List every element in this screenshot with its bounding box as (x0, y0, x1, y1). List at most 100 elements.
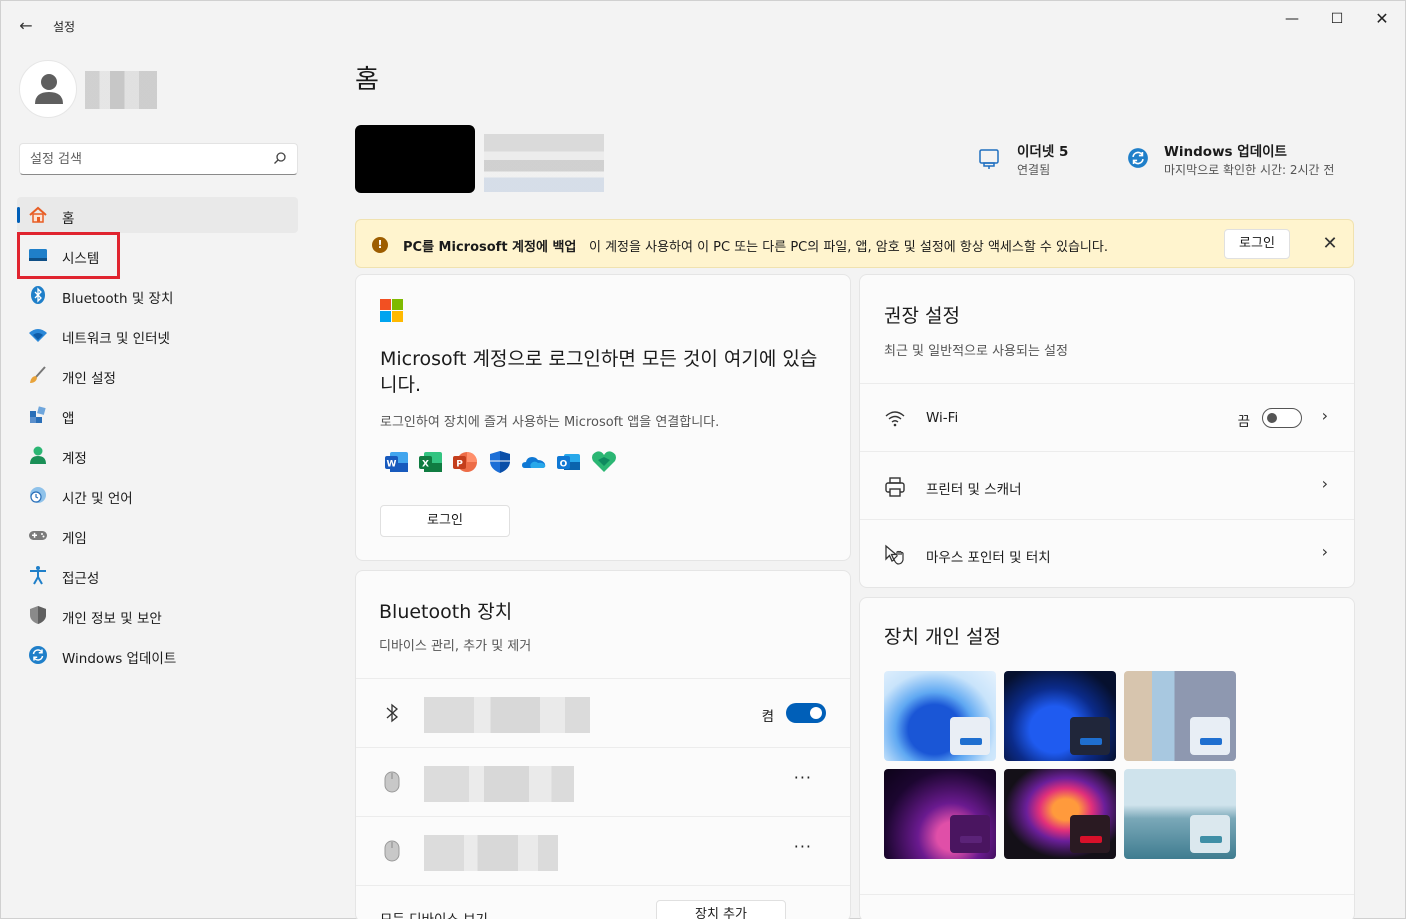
wifi-icon (885, 411, 905, 427)
word-icon: W (385, 452, 408, 472)
sidebar-item-network[interactable]: 네트워크 및 인터넷 (17, 317, 298, 353)
sidebar-item-label: Windows 업데이트 (62, 651, 177, 667)
device-thumbnail[interactable] (355, 125, 475, 193)
shield-icon (30, 606, 46, 624)
back-button[interactable]: ← (13, 13, 39, 39)
minimize-button[interactable]: — (1269, 7, 1315, 31)
apps-icon (30, 406, 46, 423)
bluetooth-card-subtitle: 디바이스 관리, 추가 및 제거 (379, 639, 532, 654)
sidebar-item-bluetooth[interactable]: Bluetooth 및 장치 (17, 277, 298, 313)
sidebar-item-label: Bluetooth 및 장치 (62, 291, 174, 307)
banner-signin-button[interactable]: 로그인 (1224, 229, 1290, 259)
sidebar-item-label: 계정 (62, 451, 87, 467)
close-button[interactable]: ✕ (1359, 7, 1405, 31)
sidebar-item-label: 앱 (62, 411, 75, 427)
signin-card: Microsoft 계정으로 로그인하면 모든 것이 여기에 있습니다. 로그인… (355, 274, 851, 561)
time-language-icon (30, 487, 46, 503)
view-all-devices-label[interactable]: 모든 디바이스 보기 (380, 908, 488, 919)
search-input[interactable] (30, 150, 260, 168)
bluetooth-footer-row: 모든 디바이스 보기 장치 추가 (356, 885, 850, 919)
user-name-redacted (85, 71, 157, 109)
update-status-title[interactable]: Windows 업데이트 (1164, 140, 1287, 160)
chevron-right-icon[interactable]: › (1322, 406, 1328, 425)
ethernet-icon[interactable] (977, 147, 1001, 171)
bluetooth-device-name-redacted (424, 766, 574, 802)
search-icon[interactable] (273, 151, 287, 165)
recommended-label: 프린터 및 스캐너 (926, 482, 1022, 498)
add-device-button[interactable]: 장치 추가 (656, 900, 786, 919)
theme-thumbnail[interactable] (1004, 671, 1116, 761)
bluetooth-icon (386, 703, 399, 723)
bluetooth-icon (31, 286, 45, 304)
more-options-icon[interactable]: ··· (794, 837, 812, 856)
theme-gallery (884, 671, 1240, 861)
theme-thumbnail[interactable] (1124, 769, 1236, 859)
sidebar-item-accounts[interactable]: 계정 (17, 437, 298, 473)
sidebar: 홈 시스템 Bluetooth 및 장치 (1, 47, 321, 917)
svg-text:P: P (456, 460, 463, 470)
onedrive-icon (522, 457, 546, 468)
sidebar-item-gaming[interactable]: 게임 (17, 517, 298, 553)
highlight-annotation-system (17, 232, 120, 279)
theme-thumbnail[interactable] (1004, 769, 1116, 859)
update-status-icon[interactable] (1127, 147, 1149, 169)
more-options-icon[interactable]: ··· (794, 768, 812, 787)
svg-text:W: W (387, 460, 397, 470)
bluetooth-toggle[interactable] (786, 703, 826, 723)
wifi-toggle[interactable] (1262, 408, 1302, 428)
sidebar-item-accessibility[interactable]: 접근성 (17, 557, 298, 593)
recommended-title: 권장 설정 (884, 305, 960, 327)
svg-text:O: O (560, 460, 568, 470)
settings-window: ← 설정 — ☐ ✕ 설정 검색 홈 시스템 Bluetooth 및 장치 네트… (0, 0, 1406, 919)
defender-icon (490, 451, 510, 473)
chevron-right-icon[interactable]: › (1322, 474, 1328, 493)
device-name-redacted (484, 134, 604, 192)
bluetooth-device-name-redacted (424, 835, 558, 871)
sidebar-item-apps[interactable]: 앱 (17, 397, 298, 433)
sidebar-item-privacy[interactable]: 개인 정보 및 보안 (17, 597, 298, 633)
bluetooth-device-row[interactable]: ··· (356, 747, 850, 816)
personalize-card: 장치 개인 설정 (859, 597, 1355, 919)
svg-text:X: X (422, 460, 429, 470)
theme-thumbnail[interactable] (1124, 671, 1236, 761)
page-title: 홈 (355, 65, 379, 95)
title-bar: ← 설정 — ☐ ✕ (1, 1, 1405, 47)
recommended-row-printers[interactable]: 프린터 및 스캐너 › (860, 451, 1354, 519)
pointer-icon (885, 544, 904, 565)
ethernet-status-title[interactable]: 이더넷 5 (1017, 140, 1068, 160)
update-icon (29, 646, 47, 664)
banner-title: PC를 Microsoft 계정에 백업 (403, 240, 577, 255)
sidebar-item-windows-update[interactable]: Windows 업데이트 (17, 637, 298, 673)
accessibility-icon (30, 566, 46, 585)
bluetooth-row-main[interactable]: 켬 (356, 678, 850, 747)
update-status-subtitle: 마지막으로 확인한 시간: 2시간 전 (1164, 163, 1335, 177)
avatar[interactable] (19, 60, 77, 118)
search-box[interactable] (19, 143, 298, 175)
sidebar-item-label: 개인 정보 및 보안 (62, 611, 162, 627)
microsoft-logo-icon (380, 299, 404, 323)
mouse-icon (384, 840, 400, 862)
sidebar-item-label: 홈 (62, 211, 75, 227)
sidebar-item-home[interactable]: 홈 (17, 197, 298, 233)
bluetooth-devices-card: Bluetooth 장치 디바이스 관리, 추가 및 제거 켬 ··· ··· … (355, 570, 851, 919)
mouse-icon (384, 771, 400, 793)
bluetooth-device-row[interactable]: ··· (356, 816, 850, 885)
theme-thumbnail[interactable] (884, 671, 996, 761)
theme-thumbnail[interactable] (884, 769, 996, 859)
signin-button[interactable]: 로그인 (380, 505, 510, 537)
gamepad-icon (29, 531, 47, 540)
backup-banner: ! PC를 Microsoft 계정에 백업 이 계정을 사용하여 이 PC 또… (355, 219, 1354, 268)
recommended-row-pointer[interactable]: 마우스 포인터 및 터치 › (860, 519, 1354, 587)
maximize-button[interactable]: ☐ (1314, 7, 1360, 31)
sidebar-item-personalization[interactable]: 개인 설정 (17, 357, 298, 393)
banner-text: 이 계정을 사용하여 이 PC 또는 다른 PC의 파일, 앱, 암호 및 설정… (589, 240, 1108, 255)
brush-icon (30, 366, 46, 383)
sidebar-item-time-language[interactable]: 시간 및 언어 (17, 477, 298, 513)
banner-close-icon[interactable]: ✕ (1318, 232, 1342, 256)
sidebar-item-label: 접근성 (62, 571, 100, 587)
personalize-title: 장치 개인 설정 (884, 626, 1001, 648)
chevron-right-icon[interactable]: › (1322, 542, 1328, 561)
divider (860, 894, 1354, 895)
recommended-row-wifi[interactable]: Wi-Fi 끔 › (860, 383, 1354, 451)
warning-icon: ! (372, 237, 388, 253)
